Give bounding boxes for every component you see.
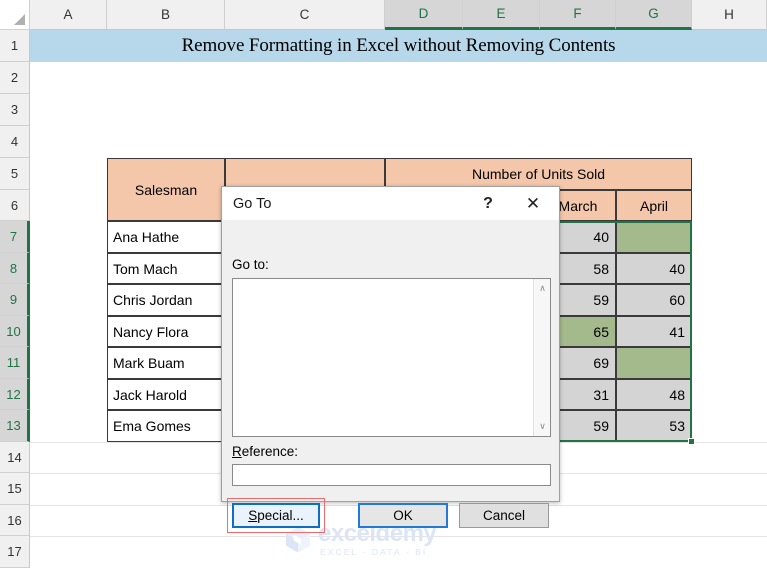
salesman-cell: Jack Harold	[107, 379, 225, 410]
cancel-button-label: Cancel	[482, 508, 526, 523]
row-header-11[interactable]: 11	[0, 347, 30, 379]
watermark-tagline: EXCEL · DATA · BI	[320, 546, 428, 557]
column-header-e-label: E	[496, 6, 506, 21]
column-header-h[interactable]: H	[692, 0, 767, 30]
ok-button-label: OK	[393, 508, 413, 523]
reference-label: Reference:	[232, 444, 298, 459]
column-header-f-label: F	[573, 6, 582, 21]
reference-label-rest: eference:	[241, 444, 299, 459]
row-header-14[interactable]: 14	[0, 442, 30, 473]
goto-listbox[interactable]: ∧ ∨	[232, 278, 551, 437]
row-header-4[interactable]: 4	[0, 126, 30, 158]
dialog-title: Go To	[233, 195, 272, 212]
salesman-cell: Ana Hathe	[107, 221, 225, 253]
salesman-cell: Ema Gomes	[107, 410, 225, 442]
april-cell: 41	[616, 316, 692, 347]
row-header-16[interactable]: 16	[0, 505, 30, 536]
april-cell: 40	[616, 253, 692, 284]
april-cell	[616, 221, 692, 253]
column-header-g[interactable]: G	[616, 0, 692, 30]
select-all-button[interactable]	[0, 0, 30, 30]
select-all-triangle-icon	[14, 14, 25, 25]
row-header-10[interactable]: 10	[0, 316, 30, 347]
row-header-7-label: 7	[9, 229, 18, 244]
row-header-6-label: 6	[10, 197, 19, 213]
row-header-17-label: 17	[7, 544, 22, 559]
row-header-10-label: 10	[6, 323, 21, 339]
reference-label-mnemonic: R	[232, 444, 242, 459]
column-header-e[interactable]: E	[463, 0, 540, 30]
row-header-1[interactable]: 1	[0, 30, 30, 62]
special-button-mnemonic: S	[248, 508, 258, 523]
row-header-17[interactable]: 17	[0, 536, 30, 568]
salesman-cell: Chris Jordan	[107, 284, 225, 316]
listbox-scrollbar[interactable]: ∧ ∨	[533, 279, 550, 436]
row-header-4-label: 4	[10, 134, 19, 149]
salesman-cell: Nancy Flora	[107, 316, 225, 347]
help-icon[interactable]: ?	[473, 187, 503, 220]
special-button-label: pecial...	[257, 508, 304, 523]
column-header-b[interactable]: B	[107, 0, 225, 30]
row-header-8-label: 8	[9, 260, 18, 276]
row-header-9[interactable]: 9	[0, 284, 30, 316]
column-header-c-label: C	[299, 7, 310, 22]
row-header-11-label: 11	[6, 355, 21, 370]
excel-screenshot: A B C D E F G H 1 2 3 4 5 6 7 8 9 10 11 …	[0, 0, 767, 568]
scroll-down-icon[interactable]: ∨	[534, 418, 551, 435]
row-header-9-label: 9	[9, 292, 18, 307]
salesman-cell: Mark Buam	[107, 347, 225, 379]
row-header-6[interactable]: 6	[0, 190, 30, 221]
row-header-3[interactable]: 3	[0, 94, 30, 126]
salesman-cell: Tom Mach	[107, 253, 225, 284]
april-cell	[616, 347, 692, 379]
column-header-a[interactable]: A	[30, 0, 107, 30]
row-header-16-label: 16	[7, 512, 22, 528]
row-header-5[interactable]: 5	[0, 158, 30, 190]
goto-label: Go to:	[232, 257, 269, 272]
row-header-14-label: 14	[7, 449, 22, 465]
cancel-button[interactable]: Cancel	[459, 503, 549, 528]
row-header-5-label: 5	[10, 166, 19, 181]
row-header-15[interactable]: 15	[0, 473, 30, 505]
april-cell: 53	[616, 410, 692, 442]
april-cell: 48	[616, 379, 692, 410]
row-header-13-label: 13	[6, 418, 21, 433]
go-to-dialog: Go To ? ✕ Go to: ∧ ∨ Reference: Special.…	[221, 186, 560, 533]
column-header-d[interactable]: D	[385, 0, 463, 30]
row-header-12-label: 12	[6, 386, 21, 402]
row-header-2[interactable]: 2	[0, 62, 30, 94]
cube-logo-icon	[286, 527, 310, 553]
column-header-b-label: B	[160, 7, 170, 22]
row-header-1-label: 1	[10, 38, 19, 53]
column-header-g-label: G	[648, 6, 659, 21]
column-header-a-label: A	[63, 7, 73, 22]
special-button[interactable]: Special...	[232, 503, 320, 528]
fill-handle[interactable]	[688, 438, 695, 445]
column-header-d-label: D	[418, 6, 429, 21]
column-header-h-label: H	[724, 7, 734, 22]
row-header-2-label: 2	[10, 70, 19, 85]
row-header-3-label: 3	[10, 102, 19, 117]
row-header-13[interactable]: 13	[0, 410, 30, 442]
month-header-april: April	[616, 190, 692, 221]
close-icon[interactable]: ✕	[515, 187, 551, 220]
ok-button[interactable]: OK	[358, 503, 448, 528]
april-cell: 60	[616, 284, 692, 316]
column-header-c[interactable]: C	[225, 0, 385, 30]
row-header-7[interactable]: 7	[0, 221, 30, 253]
scroll-up-icon[interactable]: ∧	[534, 280, 551, 297]
row-header-8[interactable]: 8	[0, 253, 30, 284]
reference-input[interactable]	[232, 464, 551, 486]
row-header-15-label: 15	[7, 481, 22, 496]
salesman-header: Salesman	[107, 158, 225, 221]
column-header-f[interactable]: F	[540, 0, 616, 30]
sheet-title-banner: Remove Formatting in Excel without Remov…	[30, 30, 767, 62]
row-header-12[interactable]: 12	[0, 379, 30, 410]
dialog-title-bar: Go To ? ✕	[222, 187, 559, 220]
